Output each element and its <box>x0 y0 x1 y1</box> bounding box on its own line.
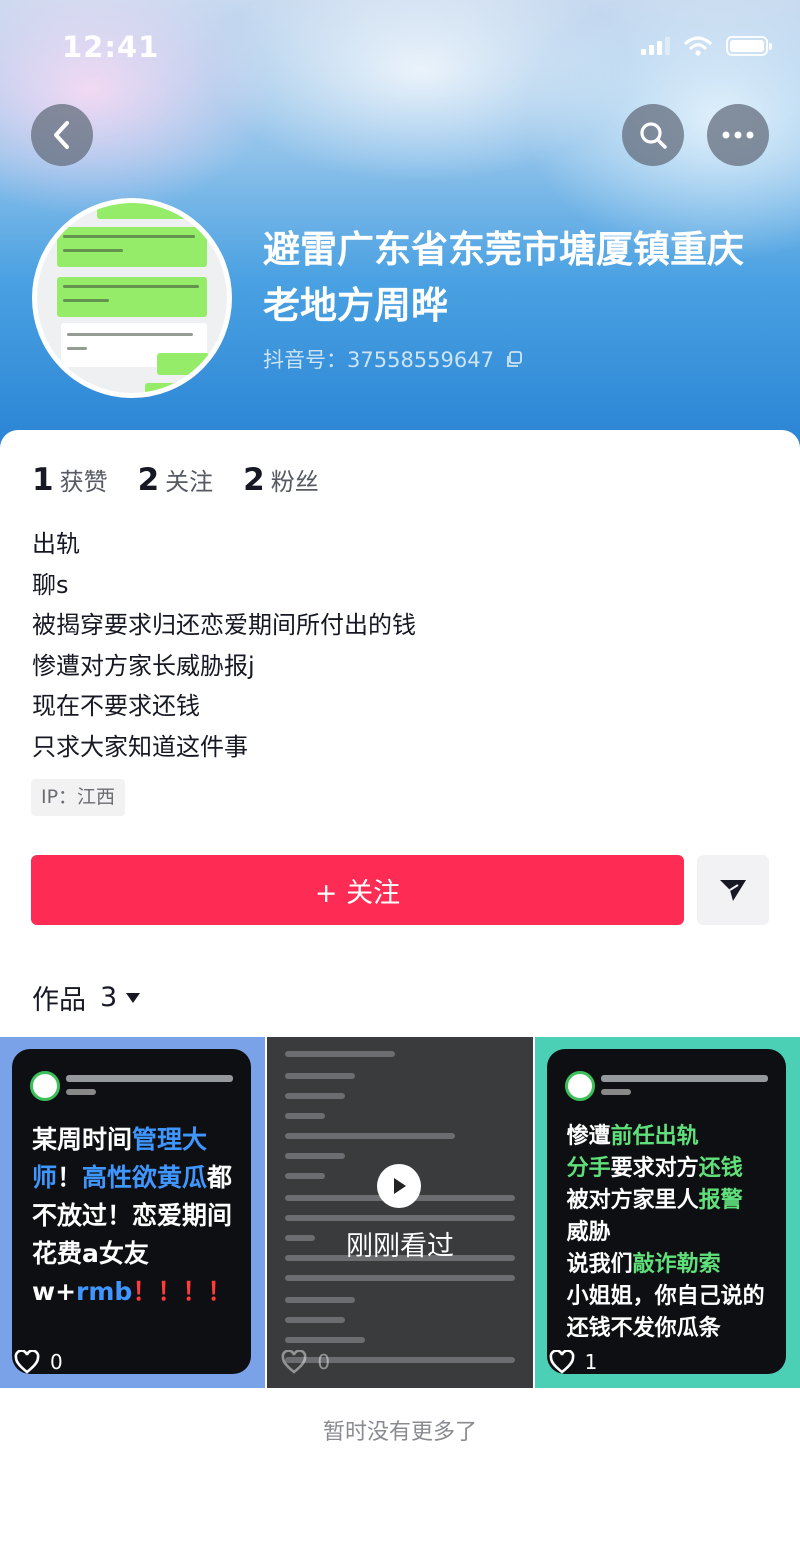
bio-line: 只求大家知道这件事 <box>32 732 248 761</box>
back-button[interactable] <box>31 104 93 166</box>
wifi-icon <box>684 36 712 56</box>
douyin-id[interactable]: 抖音号：37558559647 <box>263 344 523 374</box>
bio-line: 现在不要求还钱 <box>32 692 200 720</box>
like-count: 1 <box>549 1350 598 1374</box>
signal-icon <box>641 37 670 55</box>
status-icons <box>641 36 772 56</box>
recently-watched-label: 刚刚看过 <box>346 1231 454 1262</box>
ip-location-badge: IP：江西 <box>31 779 126 816</box>
stat-following[interactable]: 2 关注 <box>138 462 214 498</box>
like-count: 0 <box>14 1350 63 1374</box>
stat-label: 获赞 <box>59 468 108 496</box>
profile-header: 12:41 避雷广东省东莞市塘厦镇重庆老地方周晔 抖音号：37558559647 <box>0 0 800 450</box>
bio-line: 惨遭对方家长威胁报j <box>32 651 255 680</box>
profile-stats: 1 获赞 2 关注 2 粉丝 <box>32 462 319 498</box>
works-grid: 某周时间管理大师！高性欲黄瓜都不放过！恋爱期间花费a女友w+rmb！！！！ 0 … <box>0 1037 800 1388</box>
thumbnail-image: 某周时间管理大师！高性欲黄瓜都不放过！恋爱期间花费a女友w+rmb！！！！ <box>12 1049 252 1374</box>
like-count: 0 <box>281 1350 330 1374</box>
profile-bio: 出轨 聊s 被揭穿要求归还恋爱期间所付出的钱 惨遭对方家长威胁报j 现在不要求还… <box>32 524 732 767</box>
search-button[interactable] <box>622 104 684 166</box>
more-icon <box>722 131 754 139</box>
works-tab[interactable]: 作品 3 <box>32 978 141 1017</box>
send-icon <box>720 880 746 901</box>
caret-down-icon <box>126 992 141 1003</box>
stat-count: 2 <box>137 462 160 498</box>
thumbnail-caption: 惨遭前任出轨 分手要求对方还钱 被对方家里人报警 威胁 说我们敲诈勒索 小姐姐，你自己说的… <box>566 1124 765 1341</box>
stat-label: 粉丝 <box>270 468 319 496</box>
stat-count: 1 <box>32 462 54 498</box>
message-button[interactable] <box>697 855 769 925</box>
video-thumbnail[interactable]: 某周时间管理大师！高性欲黄瓜都不放过！恋爱期间花费a女友w+rmb！！！！ 0 <box>0 1037 266 1388</box>
stat-followers[interactable]: 2 粉丝 <box>243 462 319 498</box>
follow-label: + 关注 <box>314 877 401 909</box>
heart-icon <box>14 1350 40 1374</box>
bio-line: 出轨 <box>32 530 80 558</box>
more-button[interactable] <box>707 104 769 166</box>
thumbnail-caption: 某周时间管理大师！高性欲黄瓜都不放过！恋爱期间花费a女友w+rmb！！！！ <box>32 1125 233 1306</box>
heart-icon <box>549 1350 575 1374</box>
like-count-text: 1 <box>584 1350 598 1374</box>
bio-line: 被揭穿要求归还恋爱期间所付出的钱 <box>32 611 416 639</box>
stat-likes[interactable]: 1 获赞 <box>32 462 108 498</box>
stat-count: 2 <box>243 462 265 498</box>
heart-icon <box>281 1350 307 1374</box>
stat-label: 关注 <box>165 468 214 496</box>
profile-name: 避雷广东省东莞市塘厦镇重庆老地方周晔 <box>263 228 744 327</box>
like-count-text: 0 <box>50 1350 63 1374</box>
thumbnail-image: 惨遭前任出轨 分手要求对方还钱 被对方家里人报警 威胁 说我们敲诈勒索 小姐姐，你自己说的… <box>546 1049 786 1374</box>
battery-icon <box>726 36 772 56</box>
play-icon[interactable] <box>377 1164 421 1208</box>
video-thumbnail[interactable]: 惨遭前任出轨 分手要求对方还钱 被对方家里人报警 威胁 说我们敲诈勒索 小姐姐，你自己说的… <box>534 1037 800 1388</box>
follow-button[interactable]: + 关注 <box>31 855 684 925</box>
avatar[interactable] <box>32 198 232 398</box>
douyin-id-text: 抖音号：37558559647 <box>263 348 494 372</box>
chevron-left-icon <box>54 121 69 149</box>
works-label: 作品 <box>32 985 86 1016</box>
no-more-text: 暂时没有更多了 <box>322 1420 477 1445</box>
works-count: 3 <box>100 982 118 1013</box>
like-count-text: 0 <box>317 1350 331 1374</box>
status-time: 12:41 <box>62 30 160 64</box>
copy-icon[interactable] <box>505 351 523 369</box>
video-thumbnail[interactable]: 0 <box>267 1037 533 1388</box>
bio-line: 聊s <box>32 570 69 599</box>
search-icon <box>640 122 667 149</box>
